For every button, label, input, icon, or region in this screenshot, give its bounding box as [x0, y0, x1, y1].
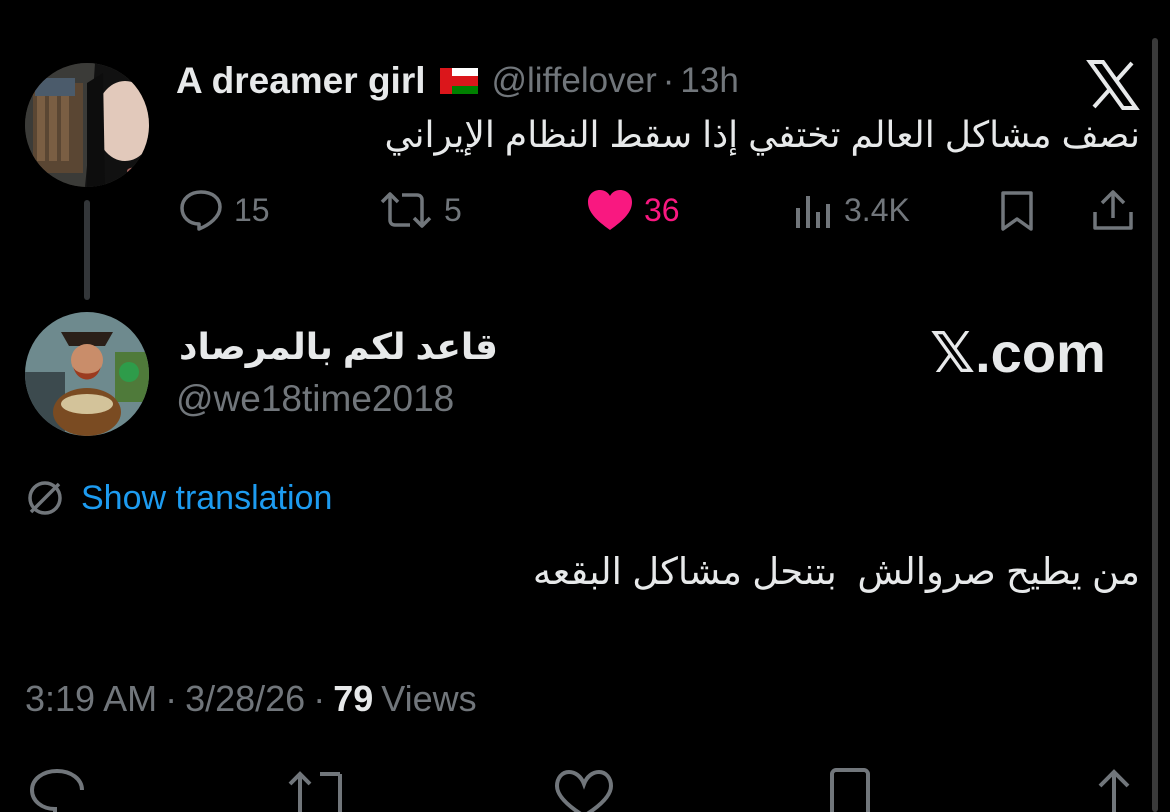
scrollbar[interactable] — [1152, 38, 1158, 812]
share-icon[interactable] — [1090, 188, 1136, 232]
reply-display-name[interactable]: قاعد لكم بالمرصاد — [176, 326, 498, 368]
separator: · — [662, 61, 675, 100]
pirate-avatar-image — [25, 312, 149, 436]
tweet-time[interactable]: 3:19 AM — [25, 678, 157, 720]
reply-action[interactable]: 15 — [178, 188, 270, 232]
bottom-like-icon[interactable] — [554, 768, 614, 812]
bookmark-icon[interactable] — [997, 190, 1037, 232]
parent-header: A dreamer girl @liffelover · 13h — [176, 56, 739, 106]
retweet-count: 5 — [444, 191, 462, 228]
like-count: 36 — [644, 191, 680, 228]
timestamp[interactable]: 13h — [680, 61, 738, 101]
globe-icon — [25, 478, 65, 518]
tweet-date[interactable]: 3/28/26 — [185, 678, 305, 720]
views-action[interactable]: 3.4K — [794, 188, 910, 232]
reply-count: 15 — [234, 191, 270, 228]
show-translation-link[interactable]: Show translation — [25, 478, 332, 518]
heart-icon — [586, 188, 634, 232]
avatar-image — [25, 63, 149, 187]
tweet-meta: 3:19 AM · 3/28/26 · 79 Views — [25, 678, 477, 720]
views-label: Views — [381, 678, 477, 719]
show-translation-label[interactable]: Show translation — [81, 479, 332, 518]
oman-flag-icon — [439, 68, 478, 94]
bottom-bookmark-icon[interactable] — [826, 768, 874, 812]
reply-handle[interactable]: @we18time2018 — [176, 378, 454, 420]
handle[interactable]: @liffelover — [492, 61, 657, 101]
like-action[interactable]: 36 — [586, 188, 680, 232]
reply-tweet-text: من يطيح صروالش بتنحل مشاكل البقعه — [532, 551, 1140, 592]
tweet-text: نصف مشاكل العالم تختفي إذا سقط النظام ال… — [384, 114, 1140, 155]
retweet-action[interactable]: 5 — [378, 188, 462, 232]
bottom-reply-icon[interactable] — [28, 768, 86, 812]
retweet-icon — [378, 190, 434, 230]
parent-avatar[interactable] — [25, 63, 149, 187]
bottom-share-icon[interactable] — [1088, 768, 1140, 812]
views-count: 3.4K — [844, 191, 910, 228]
reply-icon — [178, 189, 224, 231]
x-com-watermark: 𝕏.com — [930, 321, 1106, 384]
thread-line — [84, 200, 90, 300]
views-count: 79 — [333, 678, 374, 719]
x-logo-icon[interactable] — [1086, 60, 1140, 110]
meta-separator: · — [313, 678, 326, 719]
bottom-retweet-icon[interactable] — [286, 768, 354, 812]
meta-separator: · — [165, 678, 178, 719]
display-name[interactable]: A dreamer girl — [176, 60, 426, 102]
views-icon — [794, 190, 834, 230]
reply-avatar[interactable] — [25, 312, 149, 436]
